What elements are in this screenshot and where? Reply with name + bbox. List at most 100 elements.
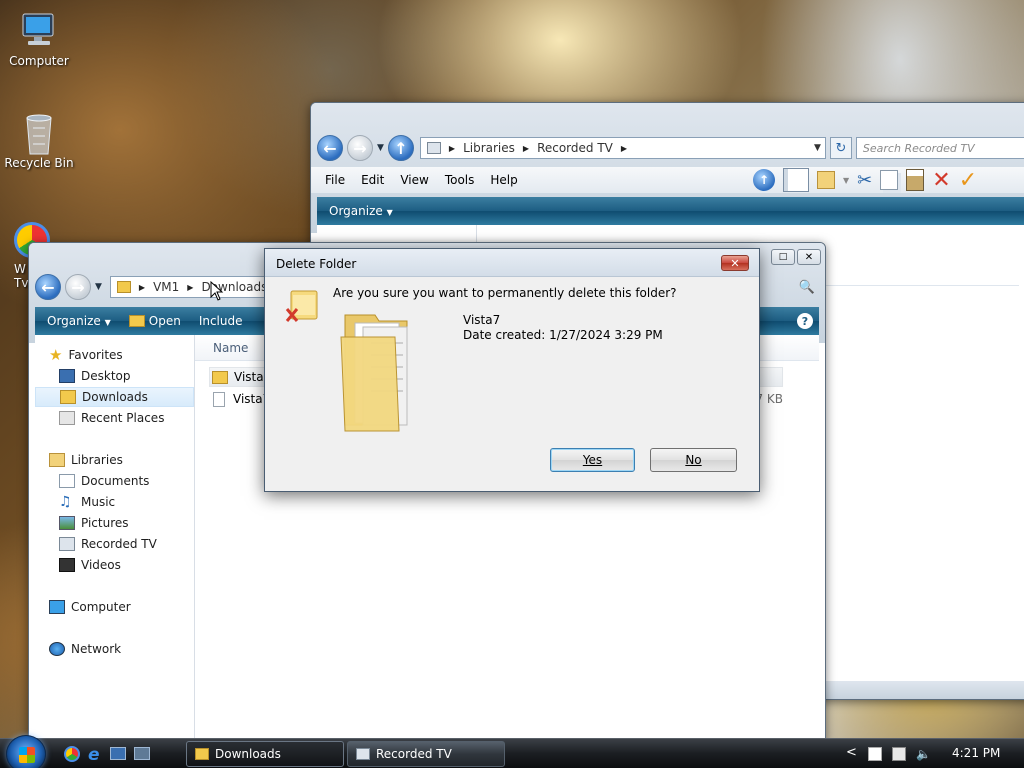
breadcrumb-recorded-tv[interactable]: Recorded TV — [537, 141, 613, 155]
close-button[interactable]: ✕ — [721, 255, 749, 271]
nav-label: Pictures — [81, 516, 129, 530]
mouse-cursor-icon — [210, 280, 224, 304]
restore-button[interactable]: □ — [771, 249, 795, 265]
divider — [817, 285, 1019, 286]
desktop-icon — [59, 369, 75, 383]
refresh-icon[interactable]: ↻ — [829, 137, 852, 159]
network-status-icon[interactable] — [892, 747, 906, 761]
nav-network[interactable]: Network — [35, 639, 194, 659]
taskbar-button-recorded-tv[interactable]: Recorded TV — [347, 741, 505, 767]
properties-check-icon[interactable]: ✓ — [959, 168, 977, 193]
taskbar-button-label: Recorded TV — [376, 747, 452, 761]
menu-tools[interactable]: Tools — [437, 173, 483, 187]
breadcrumb-separator-icon: ▶ — [187, 282, 194, 292]
address-dropdown-icon[interactable]: ▼ — [814, 143, 821, 153]
organize-label: Organize — [329, 204, 383, 218]
quicklaunch-show-desktop-icon[interactable] — [110, 747, 126, 760]
help-icon[interactable]: ? — [797, 313, 813, 329]
menu-view[interactable]: View — [392, 173, 436, 187]
breadcrumb-separator-icon: ▶ — [448, 143, 456, 153]
up-folder-icon[interactable]: ↑ — [753, 169, 775, 191]
nav-music[interactable]: ♫ Music — [35, 492, 194, 512]
nav-computer[interactable]: Computer — [35, 597, 194, 617]
delete-folder-dialog[interactable]: Delete Folder ✕ Are you sure you want to… — [264, 248, 760, 492]
network-icon — [49, 642, 65, 656]
file-icon — [213, 391, 225, 407]
paste-icon[interactable] — [906, 169, 925, 191]
nav-favorites[interactable]: ★ Favorites — [35, 345, 194, 365]
videos-icon — [59, 558, 75, 572]
forward-arrow-icon[interactable]: → — [347, 135, 373, 161]
search-icon[interactable]: 🔍 — [799, 280, 815, 295]
toolbar-icons: ↑ ▼ ✂ ✕ ✓ — [753, 167, 977, 193]
taskbar-button-downloads[interactable]: Downloads — [186, 741, 344, 767]
organize-button[interactable]: Organize ▼ — [47, 314, 111, 328]
recent-pages-dropdown-icon[interactable]: ▼ — [95, 282, 102, 292]
menu-edit[interactable]: Edit — [353, 173, 392, 187]
dropdown-icon[interactable]: ▼ — [843, 176, 849, 185]
library-icon — [426, 142, 441, 154]
cut-icon[interactable]: ✂ — [857, 170, 872, 191]
forward-arrow-icon[interactable]: → — [65, 274, 91, 300]
no-label: No — [685, 453, 702, 467]
nav-desktop[interactable]: Desktop — [35, 366, 194, 386]
up-arrow-icon[interactable]: ↑ — [387, 135, 414, 161]
quicklaunch-ie-icon[interactable]: e — [88, 745, 100, 765]
breadcrumb-separator-icon: ▶ — [138, 282, 146, 292]
clock[interactable]: 4:21 PM — [952, 746, 1000, 760]
include-button[interactable]: Include — [199, 314, 243, 328]
nav-label: Recent Places — [81, 411, 165, 425]
dialog-title-bar: Delete Folder ✕ — [265, 249, 759, 277]
search-input[interactable]: Search Recorded TV — [855, 137, 1024, 159]
quicklaunch-chrome-icon[interactable] — [64, 746, 80, 762]
dialog-title: Delete Folder — [276, 257, 357, 271]
breadcrumb-vm1[interactable]: VM1 — [153, 280, 179, 294]
start-button[interactable] — [6, 735, 46, 768]
taskbar-button-label: Downloads — [215, 747, 281, 761]
nav-libraries[interactable]: Libraries — [35, 450, 194, 470]
no-button[interactable]: No — [650, 448, 737, 472]
nav-label: Documents — [81, 474, 150, 488]
desktop-icon-computer[interactable]: Computer — [1, 10, 77, 68]
breadcrumb-libraries[interactable]: Libraries — [463, 141, 515, 155]
desktop-icon-recycle-bin[interactable]: Recycle Bin — [1, 112, 77, 170]
quicklaunch-switch-windows-icon[interactable] — [134, 747, 150, 760]
nav-recent-places[interactable]: Recent Places — [35, 408, 194, 428]
nav-label: Computer — [71, 600, 131, 614]
copy-icon[interactable] — [880, 170, 899, 190]
windows-logo-icon — [19, 747, 35, 763]
downloads-folder-icon — [116, 281, 131, 293]
back-arrow-icon[interactable]: ← — [317, 135, 343, 161]
close-button[interactable]: ✕ — [797, 249, 821, 265]
recent-pages-dropdown-icon[interactable]: ▼ — [377, 143, 384, 153]
menu-file[interactable]: File — [317, 173, 353, 187]
tray-expand-icon[interactable]: < — [846, 745, 857, 760]
preview-pane-icon[interactable] — [783, 168, 809, 192]
delete-icon[interactable]: ✕ — [932, 168, 950, 193]
navigation-bar: ← → ▼ ↑ ▶ Libraries ▶ Recorded TV ▶ ▼ ↻ … — [311, 130, 1024, 166]
folder-icon — [195, 748, 209, 760]
folder-options-icon[interactable] — [817, 171, 835, 189]
nav-downloads[interactable]: Downloads — [35, 387, 194, 407]
volume-muted-icon[interactable]: 🔈 — [916, 747, 931, 761]
organize-button[interactable]: Organize ▼ — [329, 204, 393, 218]
organize-label: Organize — [47, 314, 101, 328]
address-bar[interactable]: ▶ Libraries ▶ Recorded TV ▶ ▼ — [419, 137, 826, 159]
action-center-icon[interactable] — [868, 747, 882, 761]
pictures-icon — [59, 516, 75, 530]
back-arrow-icon[interactable]: ← — [35, 274, 61, 300]
documents-icon — [59, 474, 75, 488]
nav-recorded-tv[interactable]: Recorded TV — [35, 534, 194, 554]
libraries-icon — [49, 453, 65, 467]
yes-label: Yes — [582, 453, 603, 467]
yes-button[interactable]: Yes — [550, 448, 635, 472]
nav-videos[interactable]: Videos — [35, 555, 194, 575]
menu-help[interactable]: Help — [482, 173, 525, 187]
open-button[interactable]: Open — [128, 314, 181, 328]
recorded-tv-icon — [59, 537, 75, 551]
command-bar: Organize ▼ — [317, 197, 1024, 225]
delete-folder-icon — [285, 287, 321, 323]
nav-label: Music — [81, 495, 116, 509]
nav-documents[interactable]: Documents — [35, 471, 194, 491]
nav-pictures[interactable]: Pictures — [35, 513, 194, 533]
